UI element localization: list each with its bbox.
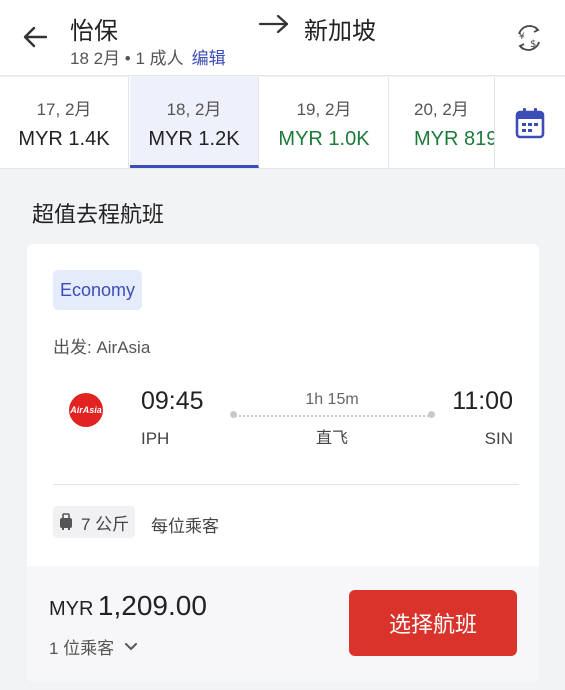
cabin-class-badge: Economy: [53, 270, 143, 310]
origin-city: 怡保: [70, 18, 118, 45]
passenger-selector[interactable]: 1 位乘客: [49, 634, 138, 659]
calendar-button[interactable]: [494, 77, 565, 168]
date-price: MYR 1.2K: [148, 128, 240, 150]
date-price: MYR 1.4K: [18, 128, 110, 150]
date-tab-17[interactable]: 17, 2月 MYR 1.4K: [0, 77, 129, 168]
carry-on-bag-icon: [60, 513, 72, 530]
date-tab-18[interactable]: 18, 2月 MYR 1.2K: [130, 77, 259, 168]
date-price: MYR 819: [414, 128, 494, 150]
airline-logo-text: AirAsia: [70, 405, 102, 415]
date-price-strip: 17, 2月 MYR 1.4K 18, 2月 MYR 1.2K 19, 2月 M…: [0, 77, 565, 169]
date-label: 17, 2月: [36, 100, 92, 119]
svg-text:¥: ¥: [519, 32, 525, 42]
trip-summary-text: 18 2月 • 1 成人: [70, 49, 184, 68]
select-flight-button[interactable]: 选择航班: [349, 590, 517, 656]
back-button[interactable]: [18, 18, 52, 56]
departure-airport: IPH: [141, 429, 170, 448]
total-price: MYR 1,209.00: [49, 590, 207, 622]
card-footer: MYR 1,209.00 1 位乘客 选择航班: [27, 566, 539, 682]
passenger-count: 1 位乘客: [49, 639, 115, 658]
currency-switch-icon: ¥ $: [518, 25, 540, 51]
destination-city: 新加坡: [304, 18, 376, 45]
svg-text:$: $: [530, 39, 536, 50]
currency-switch-button[interactable]: ¥ $: [513, 22, 545, 54]
airasia-logo: AirAsia: [69, 393, 103, 427]
flight-duration: 1h 15m: [305, 391, 359, 408]
date-label: 20, 2月: [414, 100, 469, 119]
date-label: 18, 2月: [166, 100, 222, 119]
chevron-down-icon: [125, 642, 138, 650]
top-bar: 怡保 新加坡 18 2月 • 1 成人 编辑 ¥ $: [0, 0, 565, 76]
calendar-icon: [515, 107, 545, 138]
baggage-chip: 7 公斤: [53, 506, 136, 538]
arrival-airport: SIN: [484, 429, 513, 448]
arrow-right-icon: [258, 12, 290, 41]
route-line: [232, 415, 432, 417]
date-tab-20[interactable]: 20, 2月 MYR 819: [390, 77, 494, 168]
arrival-time: 11:00: [452, 387, 513, 415]
price-currency: MYR: [49, 598, 94, 620]
departure-time: 09:45: [141, 387, 204, 415]
stops-label: 直飞: [315, 430, 348, 447]
arrow-left-icon: [23, 26, 48, 48]
edit-search-link[interactable]: 编辑: [192, 49, 226, 68]
trip-summary: 18 2月 • 1 成人 编辑: [70, 44, 226, 69]
date-label: 19, 2月: [296, 100, 352, 119]
flight-card[interactable]: Economy 出发: AirAsia AirAsia 09:45 IPH 1h…: [27, 244, 539, 682]
date-tab-19[interactable]: 19, 2月 MYR 1.0K: [260, 77, 389, 168]
route-end-dot: [428, 411, 435, 418]
section-title: 超值去程航班: [32, 202, 165, 227]
baggage-weight: 7 公斤: [81, 514, 130, 534]
baggage-note: 每位乘客: [151, 517, 219, 536]
divider: [53, 484, 519, 485]
route-start-dot: [230, 411, 237, 418]
date-price: MYR 1.0K: [278, 128, 370, 150]
price-amount: 1,209.00: [97, 590, 207, 621]
operator-label: 出发: AirAsia: [53, 338, 151, 357]
